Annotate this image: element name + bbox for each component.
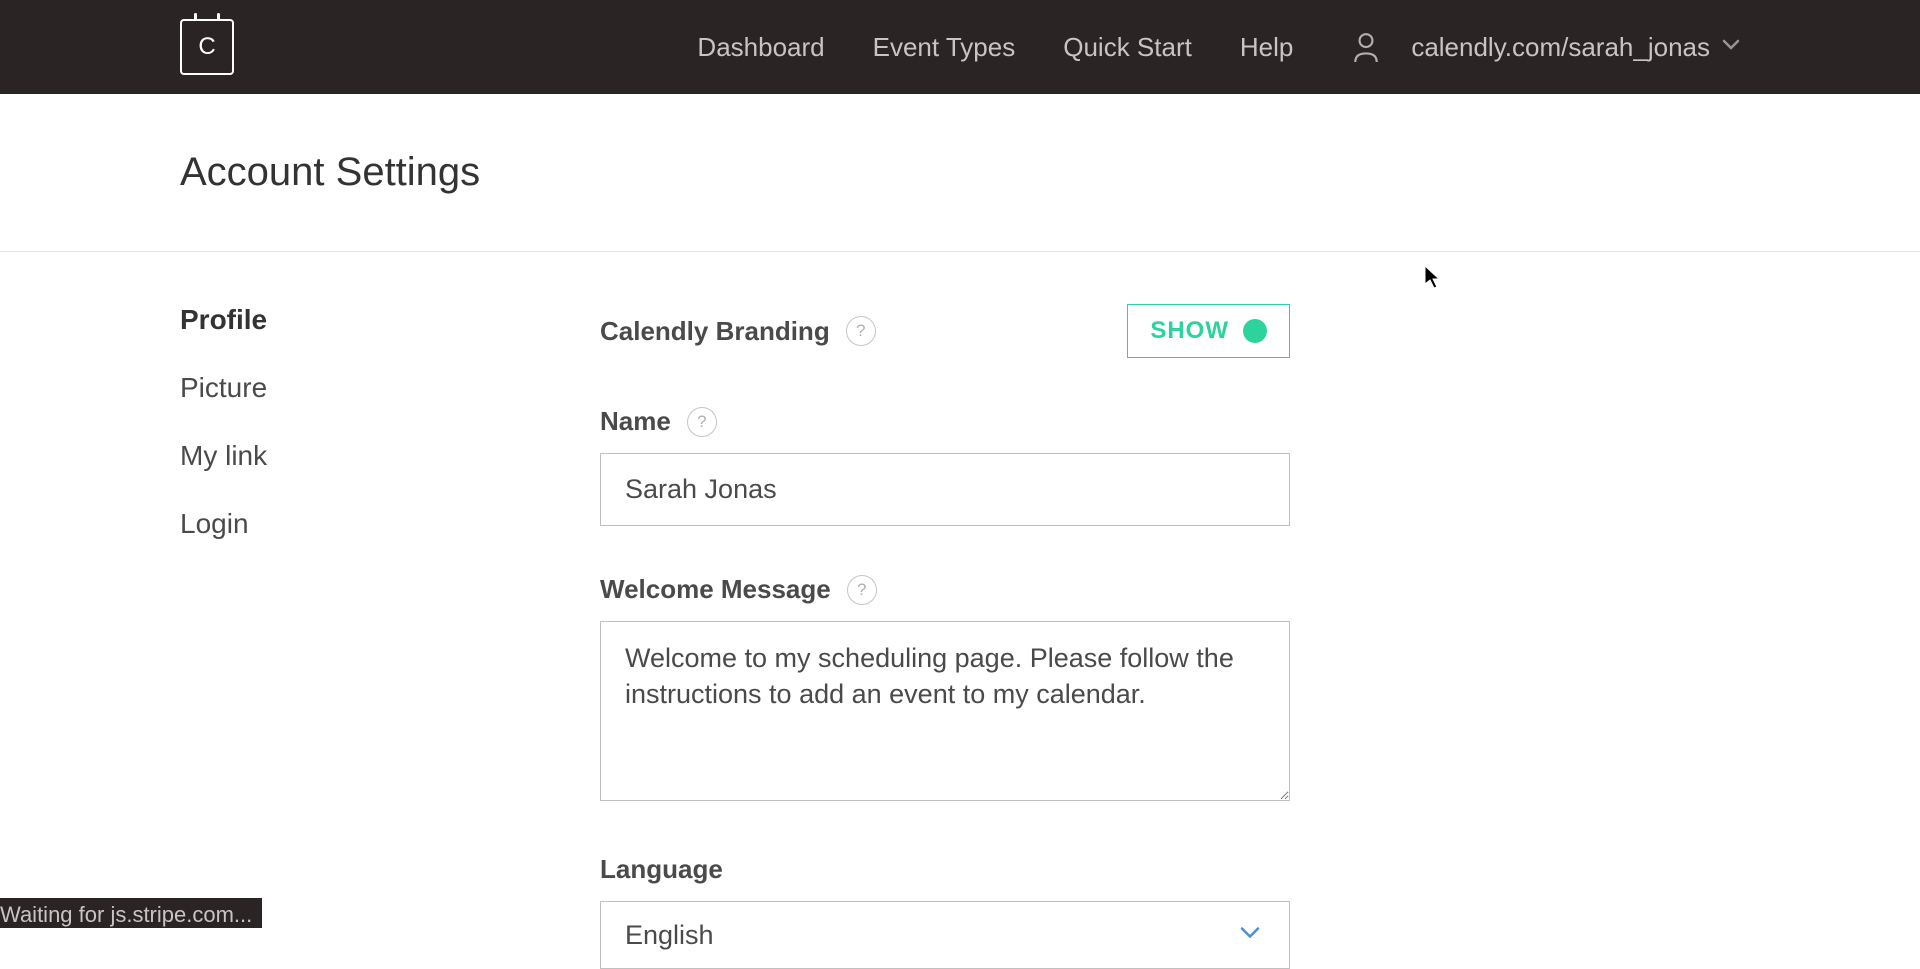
browser-status-bar: Waiting for js.stripe.com... bbox=[0, 898, 262, 928]
section-divider bbox=[0, 251, 1920, 252]
sidebar-item-my-link[interactable]: My link bbox=[180, 440, 600, 472]
help-icon[interactable]: ? bbox=[847, 575, 877, 605]
branding-toggle[interactable]: SHOW bbox=[1127, 304, 1290, 358]
branding-row: Calendly Branding ? SHOW bbox=[600, 304, 1290, 358]
welcome-row: Welcome Message ? bbox=[600, 574, 1290, 806]
settings-sidebar: Profile Picture My link Login bbox=[180, 304, 600, 969]
name-label: Name bbox=[600, 406, 671, 437]
welcome-message-input[interactable] bbox=[600, 621, 1290, 801]
sidebar-item-profile[interactable]: Profile bbox=[180, 304, 600, 336]
language-row: Language English bbox=[600, 854, 1290, 969]
app-header: C Dashboard Event Types Quick Start Help… bbox=[0, 0, 1920, 94]
user-section: calendly.com/sarah_jonas bbox=[1353, 32, 1740, 63]
user-url-text: calendly.com/sarah_jonas bbox=[1411, 32, 1710, 63]
language-label: Language bbox=[600, 854, 723, 885]
nav-event-types[interactable]: Event Types bbox=[873, 32, 1016, 63]
nav-help[interactable]: Help bbox=[1240, 32, 1293, 63]
chevron-down-icon bbox=[1722, 38, 1740, 56]
page-title: Account Settings bbox=[180, 150, 1740, 195]
welcome-label: Welcome Message bbox=[600, 574, 831, 605]
help-icon[interactable]: ? bbox=[846, 316, 876, 346]
user-dropdown[interactable]: calendly.com/sarah_jonas bbox=[1411, 32, 1740, 63]
branding-label: Calendly Branding bbox=[600, 316, 830, 347]
sidebar-item-picture[interactable]: Picture bbox=[180, 372, 600, 404]
profile-form: Calendly Branding ? SHOW Name ? We bbox=[600, 304, 1290, 969]
main-nav: Dashboard Event Types Quick Start Help bbox=[697, 32, 1293, 63]
name-input[interactable] bbox=[600, 453, 1290, 526]
toggle-indicator-icon bbox=[1243, 319, 1267, 343]
language-select[interactable]: English bbox=[600, 901, 1290, 969]
logo-letter: C bbox=[198, 33, 215, 61]
help-icon[interactable]: ? bbox=[687, 407, 717, 437]
nav-quick-start[interactable]: Quick Start bbox=[1063, 32, 1192, 63]
user-icon bbox=[1353, 32, 1379, 62]
nav-dashboard[interactable]: Dashboard bbox=[697, 32, 824, 63]
name-row: Name ? bbox=[600, 406, 1290, 526]
sidebar-item-login[interactable]: Login bbox=[180, 508, 600, 540]
calendly-logo[interactable]: C bbox=[180, 19, 234, 75]
branding-toggle-label: SHOW bbox=[1150, 317, 1229, 345]
